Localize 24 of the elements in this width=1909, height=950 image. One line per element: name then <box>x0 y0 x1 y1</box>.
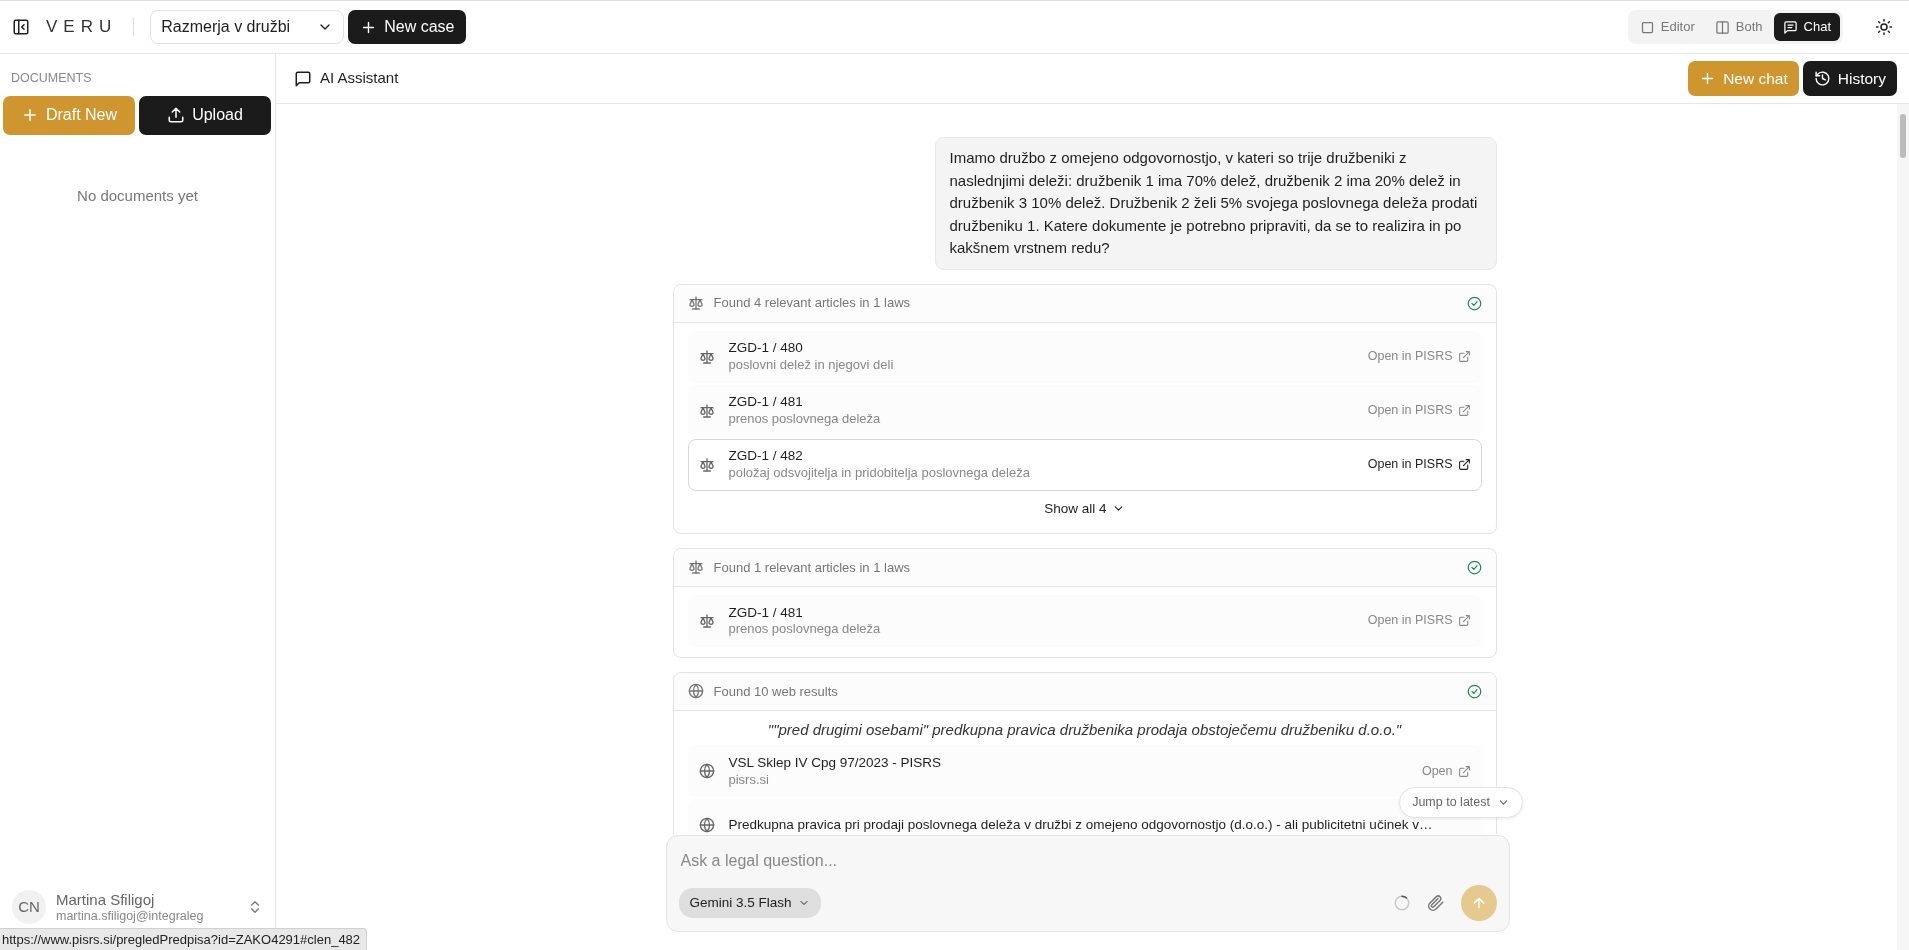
result-title: ZGD-1 / 482 <box>728 447 804 465</box>
panel-title: AI Assistant <box>320 68 399 89</box>
result-subtitle: prenos poslovnega deleža <box>728 621 881 638</box>
result-title: VSL Sklep IV Cpg 97/2023 - PISRS <box>728 754 942 772</box>
section-heading: DOCUMENTS <box>10 70 93 87</box>
result-title: ZGD-1 / 481 <box>728 393 804 411</box>
results-summary: Found 1 relevant articles in 1 laws <box>713 558 911 577</box>
empty-state-text: No documents yet <box>76 185 199 206</box>
results-summary: Found 10 web results <box>713 682 838 701</box>
result-subtitle: pisrs.si <box>728 771 770 789</box>
status-url: https://www.pisrs.si/pregledPredpisa?id=ZAKO4291#clen_482 <box>0 927 368 950</box>
search-query: ""pred drugimi osebami" predkupna pravica družbenika prodaja obstoječemu družbeniku d.o.o." <box>766 719 1403 740</box>
user-email: martina.sfiligoj@integraleg <box>56 908 205 924</box>
result-subtitle: prenos poslovnega deleža <box>728 410 881 428</box>
result-title: ZGD-1 / 480 <box>728 339 804 357</box>
user-name: Martina Sfiligoj <box>56 890 156 909</box>
result-subtitle: položaj odsvojitelja in pridobitelja poslovnega deleža <box>728 464 1030 482</box>
result-subtitle: poslovni delež in njegovi deli <box>728 356 894 374</box>
result-title: Predkupna pravica pri prodaji poslovnega deleža v družbi z omejeno odgovornostjo (d.o.o.) - ali publicitetni učinek v… <box>728 816 1433 834</box>
user-message: Imamo družbo z omejeno odgovornostjo, v kateri so trije družbeniki z naslednjimi deleži: družbenik 1 ima 70% delež, družbenik 2 ima 20% delež in družbenik 3 10% delež. Družbenik 2 želi 5% svojega poslovnega deleža prodati družbeniku 1. Katere dokumente je potrebno pripraviti, da se to realizira in po kakšnem vrstnem redu? <box>934 137 1497 270</box>
results-summary: Found 4 relevant articles in 1 laws <box>713 294 911 313</box>
logo: VERU <box>46 16 118 39</box>
avatar: CN <box>12 890 46 924</box>
result-title: ZGD-1 / 481 <box>728 603 804 622</box>
